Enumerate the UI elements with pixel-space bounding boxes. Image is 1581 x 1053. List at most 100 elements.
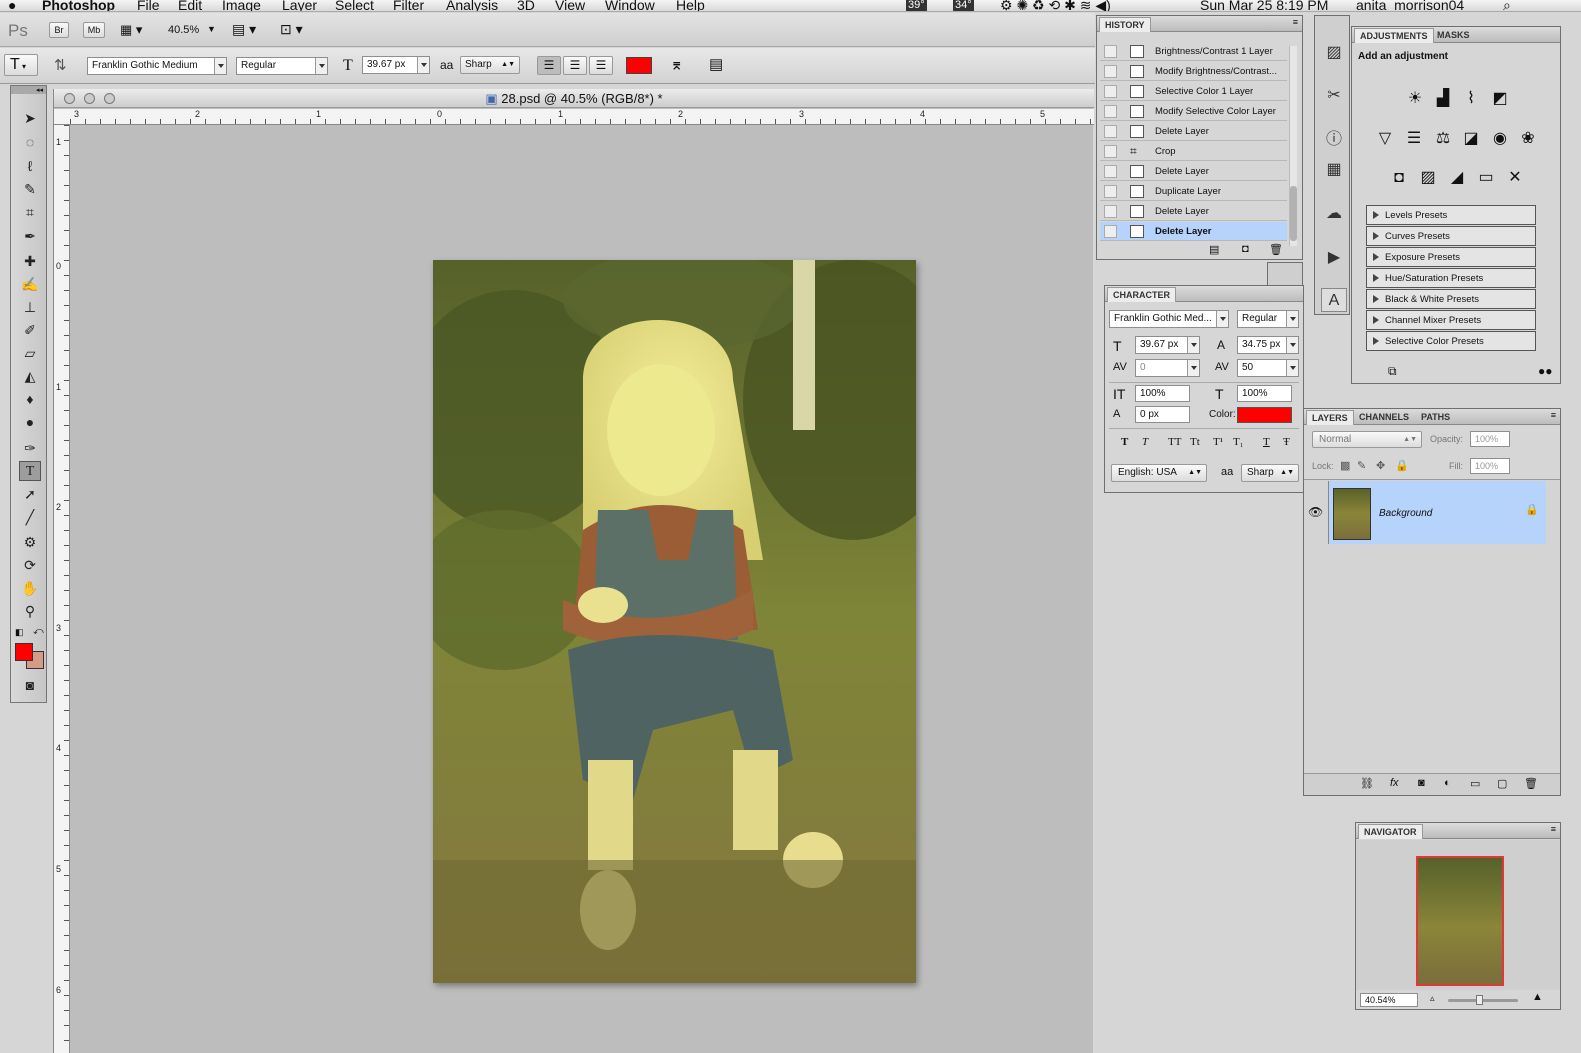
- preset-curves[interactable]: Curves Presets: [1366, 226, 1536, 246]
- 3d-rotate-tool-icon[interactable]: ⚙: [19, 532, 41, 552]
- char-color-swatch[interactable]: [1237, 407, 1292, 423]
- brush-tool-icon[interactable]: ✍: [19, 274, 41, 294]
- blend-mode-select[interactable]: Normal ▲▼: [1312, 431, 1422, 448]
- zoom-tool-icon[interactable]: ⚲: [19, 601, 41, 621]
- lock-transparent-icon[interactable]: ▩: [1340, 459, 1350, 472]
- threshold-icon[interactable]: ◢: [1447, 168, 1467, 188]
- path-selection-tool-icon[interactable]: ➚: [19, 484, 41, 504]
- align-center-button[interactable]: ☰: [563, 56, 587, 75]
- char-size-field[interactable]: 39.67 px: [1135, 336, 1200, 354]
- apple-menu-icon[interactable]: ●: [8, 0, 16, 11]
- menu-analysis[interactable]: Analysis: [446, 0, 498, 11]
- adjustments-options-icon[interactable]: ●●: [1538, 364, 1553, 378]
- char-hscale-field[interactable]: 100%: [1237, 385, 1292, 402]
- invert-icon[interactable]: ◘: [1389, 168, 1409, 188]
- char-antialias-select[interactable]: Sharp ▲▼: [1241, 464, 1299, 482]
- fill-field[interactable]: 100%: [1470, 458, 1510, 474]
- preset-exposure[interactable]: Exposure Presets: [1366, 247, 1536, 267]
- character-panel-icon[interactable]: A: [1321, 288, 1347, 312]
- history-item[interactable]: Modify Selective Color Layer: [1100, 102, 1287, 121]
- delete-layer-icon[interactable]: 🗑: [1524, 777, 1538, 790]
- eraser-tool-icon[interactable]: ▱: [19, 343, 41, 363]
- bridge-button[interactable]: Br: [49, 22, 69, 38]
- tab-masks[interactable]: MASKS: [1432, 28, 1475, 43]
- temp-badge-2[interactable]: 34°: [953, 0, 974, 11]
- blur-tool-icon[interactable]: ♦: [19, 389, 41, 409]
- menu-edit[interactable]: Edit: [178, 0, 202, 11]
- zoom-in-icon[interactable]: ▲: [1532, 991, 1543, 1003]
- history-item[interactable]: ⌗ Crop: [1100, 142, 1287, 161]
- vibrance-icon[interactable]: ▽: [1375, 129, 1395, 149]
- char-font-style-select[interactable]: Regular: [1237, 310, 1299, 328]
- photo-filter-icon[interactable]: ◉: [1490, 129, 1510, 149]
- font-style-select[interactable]: Regular: [236, 57, 328, 75]
- swap-colors-icon[interactable]: ⤺: [33, 626, 44, 637]
- preset-levels[interactable]: Levels Presets: [1366, 205, 1536, 225]
- history-item[interactable]: Duplicate Layer: [1100, 182, 1287, 201]
- gradient-map-icon[interactable]: ▭: [1476, 168, 1496, 188]
- faux-bold-button[interactable]: T: [1121, 436, 1128, 448]
- temp-badge-1[interactable]: 39°: [906, 0, 927, 11]
- trash-icon[interactable]: 🗑: [1269, 243, 1283, 256]
- new-document-from-state-icon[interactable]: ▤: [1209, 243, 1219, 256]
- tab-channels[interactable]: CHANNELS: [1354, 410, 1414, 425]
- mini-bridge-button[interactable]: Mb: [83, 22, 105, 38]
- text-orientation-icon[interactable]: ⇅: [54, 56, 67, 74]
- lasso-tool-icon[interactable]: ℓ: [19, 156, 41, 176]
- menu-window[interactable]: Window: [605, 0, 655, 11]
- history-item-selected[interactable]: Delete Layer: [1100, 222, 1287, 241]
- clone-stamp-tool-icon[interactable]: ⊥: [19, 297, 41, 317]
- spotlight-icon[interactable]: ⌕: [1503, 0, 1511, 11]
- color-palette-icon[interactable]: ☁: [1321, 202, 1347, 226]
- clip-to-layer-icon[interactable]: ⧉: [1388, 364, 1397, 379]
- image-panel-icon[interactable]: ▨: [1321, 41, 1347, 65]
- navigator-zoom-slider[interactable]: [1448, 995, 1518, 1005]
- layer-name[interactable]: Background: [1379, 508, 1432, 519]
- new-group-icon[interactable]: ▭: [1470, 777, 1480, 790]
- quick-selection-tool-icon[interactable]: ✎: [19, 179, 41, 199]
- warp-text-icon[interactable]: ⌆: [670, 55, 683, 75]
- user-menu[interactable]: anita_morrison04: [1356, 0, 1464, 11]
- close-icon[interactable]: [64, 93, 75, 104]
- subscript-button[interactable]: T₁: [1233, 436, 1244, 448]
- char-leading-field[interactable]: 34.75 px: [1237, 336, 1299, 354]
- tab-paths[interactable]: PATHS: [1416, 410, 1455, 425]
- panel-menu-icon[interactable]: ≡: [1551, 410, 1556, 420]
- marquee-tool-icon[interactable]: ◌: [19, 132, 41, 152]
- curves-icon[interactable]: ⌇: [1461, 89, 1481, 109]
- default-colors-icon[interactable]: ◧: [15, 627, 24, 638]
- new-adjustment-icon[interactable]: ◐: [1444, 777, 1451, 789]
- 3d-orbit-tool-icon[interactable]: ⟳: [19, 555, 41, 575]
- preset-channel-mixer[interactable]: Channel Mixer Presets: [1366, 310, 1536, 330]
- panel-menu-icon[interactable]: ≡: [1293, 17, 1298, 27]
- preset-hue-saturation[interactable]: Hue/Saturation Presets: [1366, 268, 1536, 288]
- pen-tool-icon[interactable]: ✑: [19, 438, 41, 458]
- menu-help[interactable]: Help: [676, 0, 705, 11]
- app-menu[interactable]: Photoshop: [42, 0, 115, 11]
- status-icons[interactable]: ⚙ ✺ ♻ ⟲ ✱ ≋ ◀): [1000, 0, 1111, 11]
- history-item[interactable]: Delete Layer: [1100, 122, 1287, 141]
- tools-preset-icon[interactable]: ✂: [1321, 84, 1347, 108]
- tab-adjustments[interactable]: ADJUSTMENTS: [1354, 28, 1434, 43]
- view-extras-icon[interactable]: ▦ ▾: [120, 22, 142, 38]
- char-kerning-field[interactable]: 0: [1135, 359, 1200, 377]
- actions-icon[interactable]: ▶: [1321, 246, 1347, 270]
- menu-3d[interactable]: 3D: [517, 0, 535, 11]
- move-tool-icon[interactable]: ➤: [19, 108, 41, 128]
- preset-black-white[interactable]: Black & White Presets: [1366, 289, 1536, 309]
- selective-color-icon[interactable]: ✕: [1505, 168, 1525, 188]
- quick-mask-icon[interactable]: ◙: [19, 675, 41, 695]
- link-layers-icon[interactable]: ⛓: [1360, 777, 1374, 790]
- menu-file[interactable]: File: [137, 0, 160, 11]
- menu-view[interactable]: View: [555, 0, 585, 11]
- all-caps-button[interactable]: TT: [1168, 436, 1181, 448]
- language-select[interactable]: English: USA ▲▼: [1111, 464, 1207, 482]
- channel-mixer-icon[interactable]: ❀: [1518, 129, 1538, 149]
- char-tracking-field[interactable]: 50: [1237, 359, 1299, 377]
- panel-menu-icon[interactable]: ≡: [1551, 824, 1556, 834]
- menu-layer[interactable]: Layer: [282, 0, 317, 11]
- black-white-icon[interactable]: ◪: [1461, 129, 1481, 149]
- canvas-photo[interactable]: [433, 260, 916, 983]
- dodge-tool-icon[interactable]: ●: [19, 412, 41, 432]
- history-item[interactable]: Selective Color 1 Layer: [1100, 82, 1287, 101]
